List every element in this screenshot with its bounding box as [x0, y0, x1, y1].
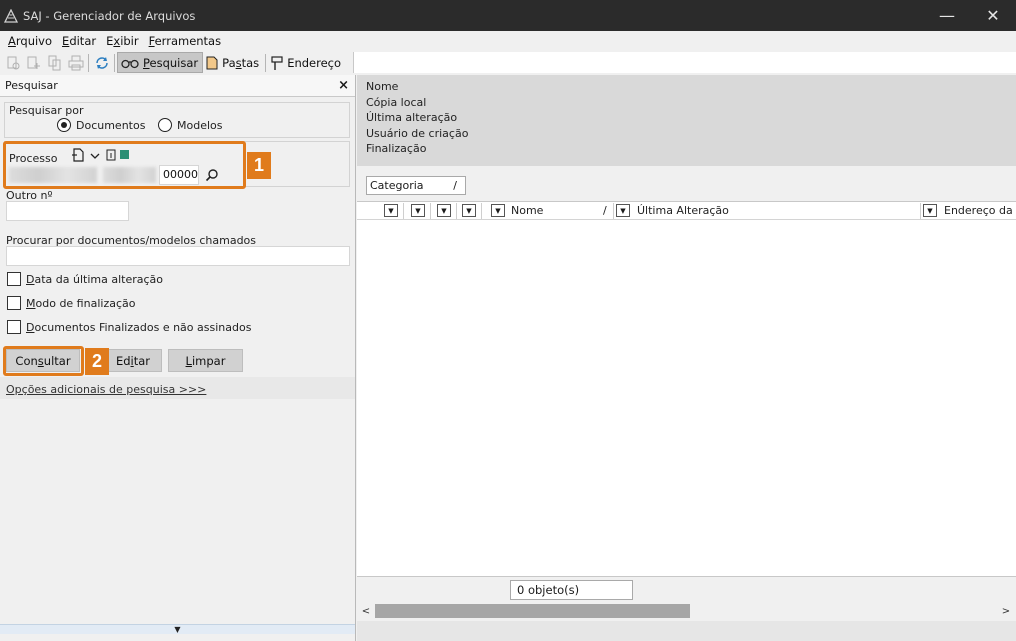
detail-name-label: Nome — [366, 80, 399, 93]
last-change-checkbox[interactable] — [7, 272, 21, 286]
address-bar[interactable] — [353, 52, 1016, 73]
column-separator — [920, 203, 921, 219]
object-count: 0 objeto(s) — [510, 580, 633, 600]
models-radio-label: Modelos — [177, 119, 223, 132]
title-bar: SAJ - Gerenciador de Arquivos — ✕ — [0, 0, 1016, 31]
models-radio[interactable] — [158, 118, 172, 132]
group-chip-category[interactable]: Categoria / — [366, 176, 466, 195]
column-header-last-change[interactable]: Última Alteração — [637, 204, 729, 217]
finalization-mode-checkbox[interactable] — [7, 296, 21, 310]
column-header-address[interactable]: Endereço da C — [944, 204, 1016, 217]
column-dropdown[interactable]: ▼ — [491, 204, 505, 217]
menu-exibir[interactable]: Exibir — [101, 34, 144, 48]
scroll-right-icon[interactable]: > — [999, 604, 1013, 618]
scrollbar-thumb[interactable] — [375, 604, 690, 618]
callout-2-highlight — [3, 346, 84, 376]
menu-ferramentas[interactable]: Ferramentas — [144, 34, 227, 48]
group-chip-label: Categoria — [370, 179, 424, 192]
search-panel-title: Pesquisar — [5, 79, 58, 92]
footer-bar — [357, 621, 1016, 641]
toolbar-separator — [114, 53, 115, 72]
column-dropdown[interactable]: ▼ — [462, 204, 476, 217]
finalization-mode-label: Modo de finalização — [26, 297, 136, 310]
search-panel: Pesquisar × Pesquisar por Documentos Mod… — [0, 75, 356, 641]
column-separator — [430, 203, 431, 219]
advanced-options-link[interactable]: Opções adicionais de pesquisa >>> — [6, 383, 206, 396]
detail-finalization-label: Finalização — [366, 142, 427, 155]
callout-1-badge: 1 — [247, 152, 271, 179]
column-dropdown[interactable]: ▼ — [616, 204, 630, 217]
app-logo-icon — [4, 8, 18, 23]
documents-radio-label: Documentos — [76, 119, 146, 132]
finalized-unsigned-label: Documentos Finalizados e não assinados — [26, 321, 252, 334]
binoculars-icon — [121, 57, 139, 69]
results-grid[interactable] — [357, 220, 1016, 576]
group-by-bar: Categoria / — [357, 166, 1016, 202]
menu-bar: Arquivo Editar Exibir Ferramentas — [0, 31, 1016, 51]
search-toolbar-label: Pesquisar — [143, 55, 199, 70]
details-pane: Nome Cópia local Última alteração Usuári… — [357, 75, 1016, 166]
column-dropdown[interactable]: ▼ — [384, 204, 398, 217]
refresh-icon[interactable] — [91, 53, 112, 73]
callout-2-badge: 2 — [85, 348, 109, 375]
new-document-icon[interactable] — [2, 53, 23, 73]
sort-indicator-icon: / — [453, 179, 457, 192]
print-icon[interactable] — [65, 53, 86, 73]
collapse-arrow-icon: ▼ — [174, 625, 181, 634]
horizontal-scrollbar[interactable]: < > — [357, 602, 1016, 621]
column-separator — [481, 203, 482, 219]
documents-radio[interactable] — [57, 118, 71, 132]
scroll-left-icon[interactable]: < — [359, 604, 373, 618]
toolbar-separator — [265, 53, 267, 72]
search-toolbar-button[interactable]: Pesquisar — [117, 52, 204, 73]
search-named-input[interactable] — [6, 246, 350, 266]
search-by-label: Pesquisar por — [9, 104, 84, 117]
close-panel-icon[interactable]: × — [338, 78, 349, 93]
column-separator — [613, 203, 614, 219]
detail-local-copy-label: Cópia local — [366, 95, 427, 109]
clear-button[interactable]: Limpar — [168, 349, 243, 372]
close-window-button[interactable]: ✕ — [970, 0, 1016, 31]
menu-arquivo[interactable]: Arquivo — [3, 34, 57, 48]
folder-icon — [206, 56, 218, 70]
edit-button[interactable]: Ed i tar — [104, 349, 162, 372]
column-dropdown[interactable]: ▼ — [923, 204, 937, 217]
minimize-button[interactable]: — — [924, 0, 970, 31]
results-panel: Nome Cópia local Última alteração Usuári… — [357, 75, 1016, 641]
search-panel-header: Pesquisar × — [0, 75, 355, 97]
folders-toolbar-label: Pastas — [222, 55, 260, 70]
column-header-name[interactable]: Nome — [511, 204, 543, 217]
other-number-input[interactable] — [6, 201, 129, 221]
finalized-unsigned-checkbox[interactable] — [7, 320, 21, 334]
status-bar: 0 objeto(s) — [357, 576, 1016, 602]
column-separator — [403, 203, 404, 219]
address-toolbar-button[interactable]: Endereço — [268, 52, 345, 73]
column-separator — [456, 203, 457, 219]
column-dropdown[interactable]: ▼ — [411, 204, 425, 217]
toolbar-separator — [88, 53, 89, 72]
add-document-icon[interactable] — [23, 53, 44, 73]
column-dropdown[interactable]: ▼ — [437, 204, 451, 217]
panel-collapse-bar[interactable]: ▼ — [0, 624, 355, 634]
menu-editar[interactable]: Editar — [57, 34, 101, 48]
folders-toolbar-button[interactable]: Pastas — [203, 52, 263, 73]
callout-1-highlight — [3, 141, 246, 189]
sort-indicator-icon: / — [603, 204, 607, 217]
grid-header: ▼ ▼ ▼ ▼ ▼ Nome / ▼ Última Alteração ▼ En… — [357, 202, 1016, 220]
copy-document-icon[interactable] — [44, 53, 65, 73]
toolbar: Pesquisar Pastas Endereço — [0, 51, 1016, 74]
last-change-label: Data da última alteração — [26, 273, 164, 286]
address-toolbar-label: Endereço — [287, 55, 342, 70]
window-title: SAJ - Gerenciador de Arquivos — [23, 8, 196, 23]
signpost-icon — [271, 55, 283, 70]
detail-created-by-label: Usuário de criação — [366, 126, 469, 140]
detail-last-change-label: Última alteração — [366, 111, 458, 124]
